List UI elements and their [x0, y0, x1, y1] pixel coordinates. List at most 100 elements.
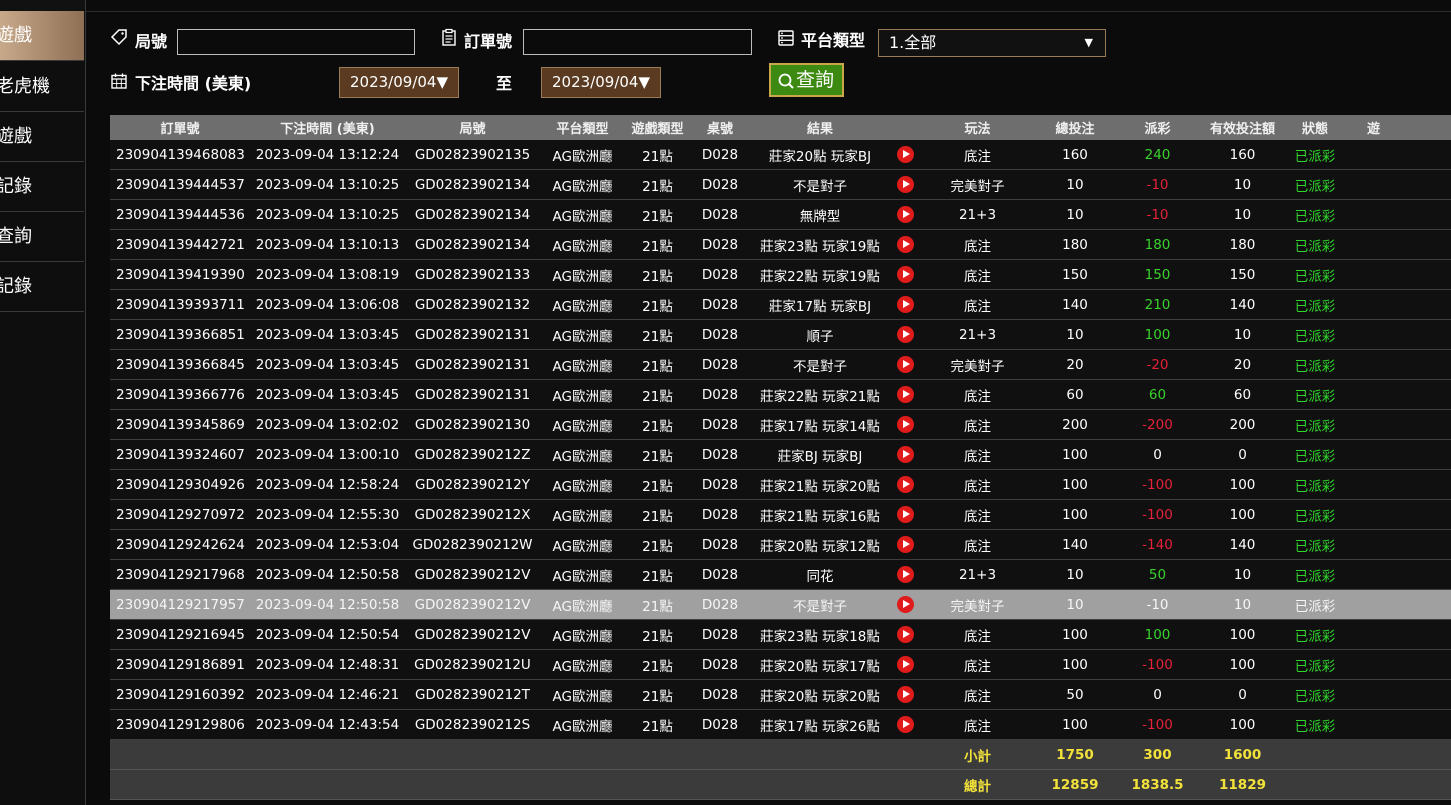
sidebar: 遊戲 老虎機 遊戲 記錄 查詢 記錄 [0, 0, 86, 805]
table-row[interactable]: 230904139345869 2023-09-04 13:02:02 GD0282… [110, 409, 1451, 440]
table-row[interactable]: 230904139324607 2023-09-04 13:00:10 GD0282… [110, 439, 1451, 470]
time-cell: 2023-09-04 13:10:25 [250, 169, 405, 200]
mode-cell: 21+3 [920, 199, 1035, 230]
col-valid[interactable]: 有效投注額 [1200, 115, 1285, 140]
result-cell: 莊家BJ 玩家BJ [750, 439, 890, 470]
table-row[interactable]: 230904139393711 2023-09-04 13:06:08 GD0282… [110, 289, 1451, 320]
table-row[interactable]: 230904139444536 2023-09-04 13:10:25 GD0282… [110, 199, 1451, 230]
table-cell: D028 [690, 469, 750, 500]
col-mode[interactable]: 玩法 [920, 115, 1035, 140]
play-video-icon[interactable] [896, 506, 914, 523]
play-video-icon[interactable] [896, 596, 914, 613]
status-cell: 已派彩 [1285, 379, 1345, 410]
sidebar-item-label: 查詢 [0, 226, 32, 247]
col-round[interactable]: 局號 [405, 115, 540, 140]
col-result[interactable]: 結果 [750, 115, 890, 140]
table-row[interactable]: 230904129129806 2023-09-04 12:43:54 GD0282… [110, 709, 1451, 740]
play-video-icon[interactable] [896, 296, 914, 313]
platform-select[interactable]: 1.全部 ▼ [878, 29, 1106, 57]
summary-bet: 12859 [1035, 769, 1115, 800]
play-video-icon[interactable] [896, 566, 914, 583]
round-label: 局號 [135, 32, 168, 51]
play-video-icon[interactable] [896, 326, 914, 343]
table-row[interactable]: 230904139366845 2023-09-04 13:03:45 GD0282… [110, 349, 1451, 380]
order-cell: 230904139366845 [110, 349, 250, 380]
summary-empty-cell [1285, 739, 1345, 770]
sidebar-item-records[interactable]: 記錄 [0, 162, 84, 212]
summary-empty-cell [250, 769, 405, 800]
mode-cell: 21+3 [920, 319, 1035, 350]
play-video-icon[interactable] [896, 716, 914, 733]
payout-cell: -20 [1115, 349, 1200, 380]
table-row[interactable]: 230904139442721 2023-09-04 13:10:13 GD0282… [110, 229, 1451, 260]
col-platform[interactable]: 平台類型 [540, 115, 625, 140]
play-video-icon[interactable] [896, 446, 914, 463]
time-cell: 2023-09-04 12:46:21 [250, 679, 405, 710]
order-input[interactable] [523, 29, 752, 55]
col-order[interactable]: 訂單號 [110, 115, 250, 140]
bet-cell: 150 [1035, 259, 1115, 290]
play-video-icon[interactable] [896, 176, 914, 193]
platform-label: 平台類型 [801, 31, 866, 50]
order-cell: 230904139345869 [110, 409, 250, 440]
col-game[interactable]: 遊戲類型 [625, 115, 690, 140]
extra-cell [1345, 589, 1451, 620]
table-row[interactable]: 230904139468083 2023-09-04 13:12:24 GD0282… [110, 140, 1451, 170]
table-row[interactable]: 230904129186891 2023-09-04 12:48:31 GD0282… [110, 649, 1451, 680]
time-cell: 2023-09-04 12:58:24 [250, 469, 405, 500]
col-bet[interactable]: 總投注 [1035, 115, 1115, 140]
date-to-select[interactable]: 2023/09/04▼ [541, 67, 661, 98]
table-row[interactable]: 230904129217957 2023-09-04 12:50:58 GD0282… [110, 589, 1451, 620]
table-row[interactable]: 230904129270972 2023-09-04 12:55:30 GD0282… [110, 499, 1451, 530]
video-cell [890, 469, 920, 500]
mode-cell: 底注 [920, 229, 1035, 260]
col-table[interactable]: 桌號 [690, 115, 750, 140]
col-status[interactable]: 狀態 [1285, 115, 1345, 140]
play-video-icon[interactable] [896, 626, 914, 643]
play-video-icon[interactable] [896, 236, 914, 253]
sidebar-item-game-active[interactable]: 遊戲 [0, 11, 84, 61]
play-video-icon[interactable] [896, 686, 914, 703]
extra-cell [1345, 169, 1451, 200]
bet-cell: 10 [1035, 319, 1115, 350]
order-cell: 230904129304926 [110, 469, 250, 500]
payout-cell: -140 [1115, 529, 1200, 560]
sidebar-item-game[interactable]: 遊戲 [0, 112, 84, 162]
table-row[interactable]: 230904129217968 2023-09-04 12:50:58 GD0282… [110, 559, 1451, 590]
play-video-icon[interactable] [896, 386, 914, 403]
play-video-icon[interactable] [896, 476, 914, 493]
play-video-icon[interactable] [896, 146, 914, 163]
query-button[interactable]: 查詢 [769, 63, 844, 97]
table-row[interactable]: 230904139419390 2023-09-04 13:08:19 GD0282… [110, 259, 1451, 290]
extra-cell [1345, 289, 1451, 320]
date-from-select[interactable]: 2023/09/04▼ [339, 67, 459, 98]
play-video-icon[interactable] [896, 356, 914, 373]
table-row[interactable]: 230904129216945 2023-09-04 12:50:54 GD0282… [110, 619, 1451, 650]
play-video-icon[interactable] [896, 656, 914, 673]
table-row[interactable]: 230904139366776 2023-09-04 13:03:45 GD0282… [110, 379, 1451, 410]
table-row[interactable]: 230904129160392 2023-09-04 12:46:21 GD0282… [110, 679, 1451, 710]
col-extra[interactable]: 遊 [1345, 115, 1451, 140]
round-input[interactable] [177, 29, 415, 55]
time-cell: 2023-09-04 13:03:45 [250, 319, 405, 350]
play-video-icon[interactable] [896, 416, 914, 433]
play-video-icon[interactable] [896, 536, 914, 553]
play-video-icon[interactable] [896, 266, 914, 283]
table-row[interactable]: 230904139444537 2023-09-04 13:10:25 GD0282… [110, 169, 1451, 200]
sidebar-item-records-2[interactable]: 記錄 [0, 262, 84, 312]
play-video-icon[interactable] [896, 206, 914, 223]
result-cell: 無牌型 [750, 199, 890, 230]
table-row[interactable]: 230904129242624 2023-09-04 12:53:04 GD0282… [110, 529, 1451, 560]
col-video [890, 115, 920, 140]
table-row[interactable]: 230904139366851 2023-09-04 13:03:45 GD0282… [110, 319, 1451, 350]
table-row[interactable]: 230904129304926 2023-09-04 12:58:24 GD0282… [110, 469, 1451, 500]
sidebar-item-query[interactable]: 查詢 [0, 212, 84, 262]
summary-empty-cell [110, 739, 250, 770]
col-payout[interactable]: 派彩 [1115, 115, 1200, 140]
mode-cell: 底注 [920, 259, 1035, 290]
col-time[interactable]: 下注時間 (美東) [250, 115, 405, 140]
valid-cell: 10 [1200, 559, 1285, 590]
sidebar-item-slots[interactable]: 老虎機 [0, 62, 84, 112]
payout-cell: 150 [1115, 259, 1200, 290]
payout-cell: -100 [1115, 469, 1200, 500]
